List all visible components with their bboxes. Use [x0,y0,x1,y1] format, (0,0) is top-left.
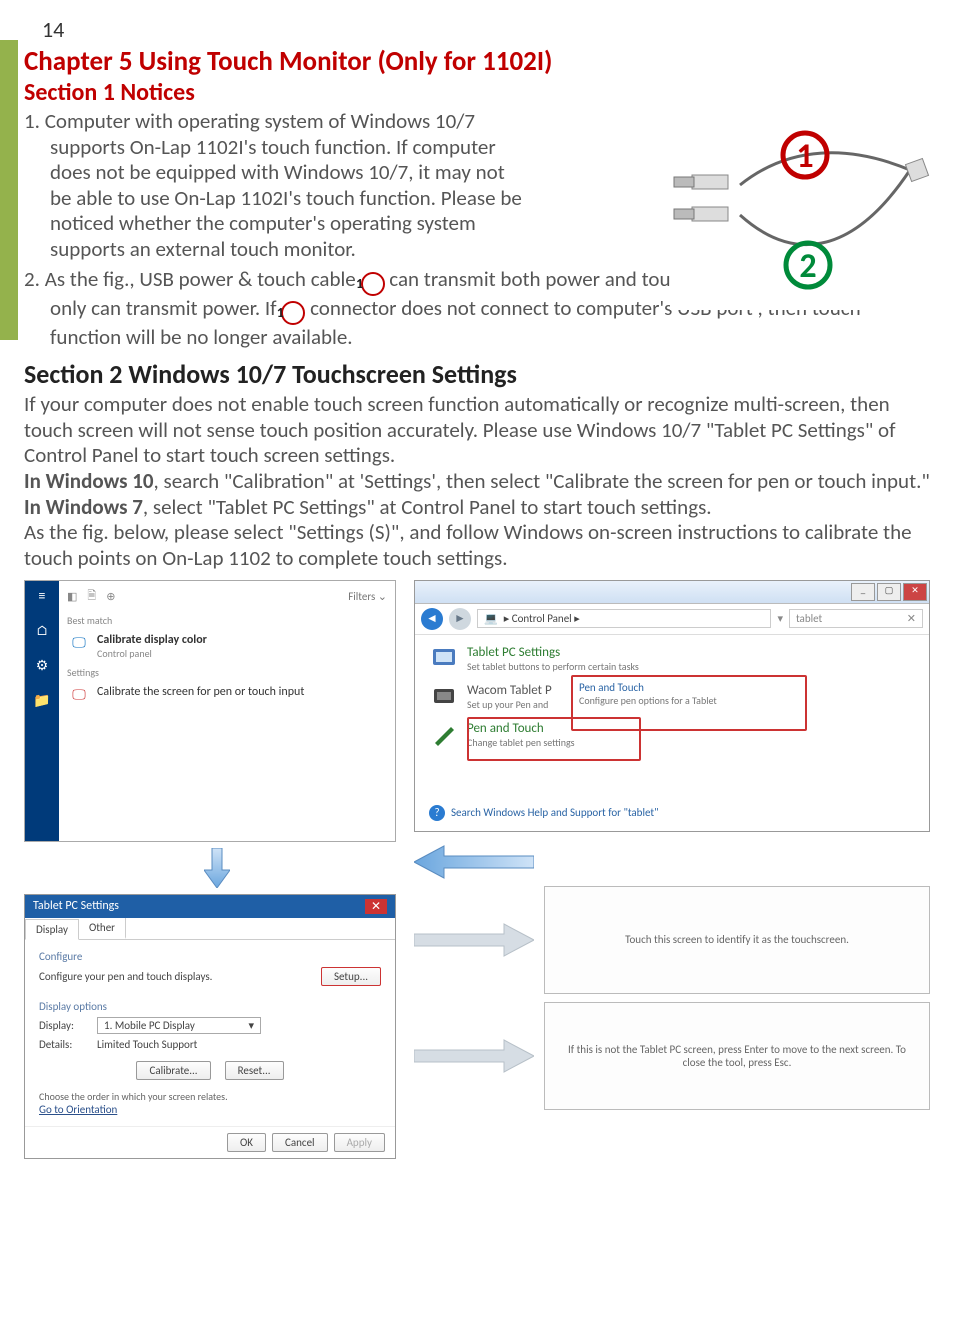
cancel-button[interactable]: Cancel [272,1133,328,1152]
toggle-icon[interactable]: ◧ [67,590,77,603]
cp-item-tablet-settings[interactable]: Tablet PC Settings Set tablet buttons to… [431,645,913,673]
cp-help-footer[interactable]: ? Search Windows Help and Support for "t… [429,805,659,821]
section2-para3: As the fig. below, please select "Settin… [24,520,930,571]
win10-search-panel: ≡ ⌂ ⚙ 📁 ◧ 🗎 ⊕ Filters ⌄ Best match 🖵 [24,580,396,842]
cp-item2-sub3: Set up your Pen and [467,698,552,711]
svg-text:1: 1 [796,136,813,177]
control-panel-window: _ ▢ ✕ ◄ ► 💻 ▸ Control Panel ▸ ▾ tablet [414,580,930,832]
web-icon[interactable]: ⊕ [106,590,115,603]
breadcrumb-text: ▸ Control Panel ▸ [504,612,580,625]
notice2-c: only can transmit power. If [50,295,281,321]
setup-button[interactable]: Setup... [321,967,381,986]
para2-b: , search "Calibration" at 'Settings', th… [154,468,930,494]
group-display-options: Display options [39,1000,381,1013]
cp-item-pen-touch[interactable]: Pen and Touch Change tablet pen settings [431,721,913,749]
tab-display[interactable]: Display [25,919,79,940]
calibrate-button[interactable]: Calibrate... [136,1061,210,1080]
monitor-touch-icon: 🖵 [69,685,89,705]
side-green-tab [0,40,18,340]
breadcrumb[interactable]: 💻 ▸ Control Panel ▸ [477,609,771,628]
search-value: tablet [796,612,822,625]
orientation-link[interactable]: Go to Orientation [39,1103,381,1116]
group-configure: Configure [39,950,381,963]
cable-illustration: 1 2 [670,115,930,310]
cp-item-wacom[interactable]: Wacom Tablet P Set up your Pen and Pen a… [431,683,913,711]
monitor-color-icon: 🖵 [69,633,89,653]
folder-icon[interactable]: 📁 [33,692,50,709]
pen-icon [431,721,457,747]
result1-title: Calibrate display color [97,633,207,647]
circle-1-icon: 1 [361,272,385,296]
circle-1b-icon: 1 [281,301,305,325]
result2-title: Calibrate the screen for pen or touch in… [97,685,304,699]
cp-item2-sub1: Pen and Touch [579,681,799,694]
page-number: 14 [42,16,930,43]
help-icon: ? [429,805,445,821]
order-text: Choose the order in which your screen re… [39,1090,381,1103]
svg-text:2: 2 [799,246,816,287]
window-close-icon[interactable]: ✕ [903,583,927,601]
best-match-label: Best match [67,614,387,627]
forward-icon[interactable]: ► [449,608,471,630]
cp-item1-title: Tablet PC Settings [467,645,639,660]
chapter-title: Chapter 5 Using Touch Monitor (Only for … [24,45,930,78]
display-select[interactable]: 1. Mobile PC Display ▾ [97,1017,261,1034]
section1-title: Section 1 Notices [24,78,930,107]
ok-button[interactable]: OK [227,1133,266,1152]
tab-other[interactable]: Other [79,918,126,939]
notice-1: 1. Computer with operating system of Win… [50,109,530,263]
cp-item2-title: Wacom Tablet P [467,683,552,698]
calib2-text: If this is not the Tablet PC screen, pre… [559,1043,915,1069]
home-icon[interactable]: ⌂ [36,622,48,639]
hamburger-icon[interactable]: ≡ [39,587,46,604]
result1-sub: Control panel [97,647,207,660]
tablet-pc-settings-dialog: Tablet PC Settings ✕ Display Other Confi… [24,894,396,1159]
cp-footer-text: Search Windows Help and Support for "tab… [451,806,659,819]
cp-titlebar: _ ▢ ✕ [415,581,929,604]
back-icon[interactable]: ◄ [421,608,443,630]
calib1-text: Touch this screen to identify it as the … [625,933,849,946]
gray-arrow-2-icon [414,1036,534,1076]
minimize-icon[interactable]: _ [851,583,875,601]
para2-bold2: In Windows 7 [24,494,143,520]
para2-bold1: In Windows 10 [24,468,154,494]
blue-arrow-down-icon [204,848,230,888]
drive-icon: 💻 [484,612,498,625]
result-calibrate-touch[interactable]: 🖵 Calibrate the screen for pen or touch … [67,679,387,711]
para2-d: , select "Tablet PC Settings" at Control… [143,494,712,520]
result-calibrate-color[interactable]: 🖵 Calibrate display color Control panel [67,627,387,666]
gear-icon[interactable]: ⚙ [36,657,49,674]
dialog-title: Tablet PC Settings [33,899,119,914]
reset-button[interactable]: Reset... [225,1061,284,1080]
wacom-icon [431,683,457,709]
gray-arrow-1-icon [414,920,534,960]
calibration-screen-1: Touch this screen to identify it as the … [544,886,930,994]
maximize-icon[interactable]: ▢ [877,583,901,601]
calibration-screen-2: If this is not the Tablet PC screen, pre… [544,1002,930,1110]
doc-icon[interactable]: 🗎 [87,587,96,606]
blue-arrow-left-icon [414,844,534,880]
search-sidebar: ≡ ⌂ ⚙ 📁 [25,581,59,841]
cp-item1-sub: Set tablet buttons to perform certain ta… [467,660,639,673]
close-icon[interactable]: ✕ [365,899,387,914]
configure-text: Configure your pen and touch displays. [39,970,313,983]
display-label: Display: [39,1019,89,1032]
notice2-a: 2. As the fig., USB power & touch cable [24,266,361,292]
chevron-down-icon: ▾ [248,1019,254,1032]
section2-para2: In Windows 10, search "Calibration" at '… [24,469,930,520]
filters-dropdown[interactable]: Filters ⌄ [348,590,387,603]
settings-label: Settings [67,666,387,679]
tablet-icon [431,645,457,671]
details-label: Details: [39,1038,89,1051]
apply-button[interactable]: Apply [334,1133,385,1152]
details-value: Limited Touch Support [97,1038,197,1051]
cp-item2-sub2: Configure pen options for a Tablet [579,694,799,707]
display-value: 1. Mobile PC Display [104,1019,195,1032]
clear-search-icon[interactable]: ✕ [907,612,916,625]
search-input[interactable]: tablet ✕ [789,609,923,628]
section2-title: Section 2 Windows 10/7 Touchscreen Setti… [24,358,930,390]
section2-para1: If your computer does not enable touch s… [24,392,930,469]
